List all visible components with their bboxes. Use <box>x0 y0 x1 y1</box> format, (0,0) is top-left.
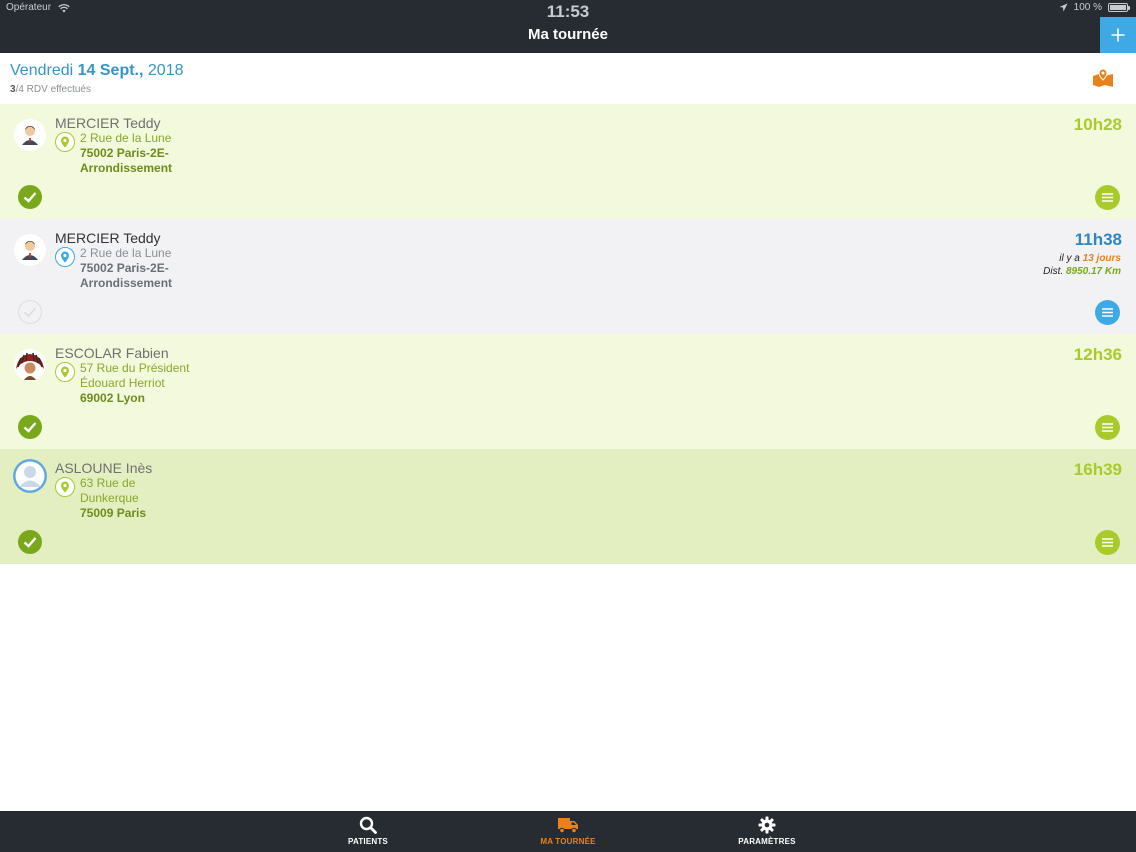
date-title: Vendredi 14 Sept., 2018 <box>10 62 183 80</box>
visit-done-toggle[interactable] <box>18 415 42 439</box>
patient-address: 63 Rue de Dunkerque 75009 Paris <box>80 476 160 521</box>
plus-icon <box>1111 28 1125 42</box>
elapsed-value: 13 jours <box>1082 253 1121 264</box>
check-icon <box>23 422 37 433</box>
list-icon <box>1102 308 1113 317</box>
battery-label: 100 % <box>1073 2 1102 13</box>
appointment-row[interactable]: MERCIER Teddy 2 Rue de la Lune 75002 Par… <box>0 104 1136 219</box>
appointment-row[interactable]: ASLOUNE Inès 63 Rue de Dunkerque 75009 P… <box>0 449 1136 564</box>
tab-patients[interactable]: PATIENTS <box>328 811 408 852</box>
tab-parametres[interactable]: PARAMÈTRES <box>726 811 808 852</box>
appointment-time: 12h36 <box>1073 345 1122 364</box>
list-icon <box>1102 538 1113 547</box>
list-icon <box>1102 423 1113 432</box>
appointment-meta: il y a 13 jours Dist. 8950.17 Km <box>1043 252 1121 278</box>
appointment-time: 16h39 <box>1073 460 1122 479</box>
patient-address: 2 Rue de la Lune 75002 Paris-2E-Arrondis… <box>80 246 210 291</box>
appointment-menu-button[interactable] <box>1095 415 1120 440</box>
app-root: Opérateur 11:53 100 % Ma tournée Vendred… <box>0 0 1136 852</box>
elapsed-prefix: il y a <box>1059 253 1080 264</box>
date-label: 14 Sept., <box>77 62 144 79</box>
address-city: 75002 Paris-2E-Arrondissement <box>80 261 173 290</box>
elapsed-line: il y a 13 jours <box>1043 252 1121 265</box>
year-label: 2018 <box>147 62 184 79</box>
patient-name: MERCIER Teddy <box>55 115 161 131</box>
patient-avatar <box>14 349 46 381</box>
appointment-row[interactable]: MERCIER Teddy 2 Rue de la Lune 75002 Par… <box>0 219 1136 334</box>
appointment-menu-button[interactable] <box>1095 185 1120 210</box>
tab-label: PARAMÈTRES <box>738 837 796 846</box>
address-street: 63 Rue de Dunkerque <box>80 476 139 505</box>
status-bar: Opérateur 11:53 100 % <box>0 0 1136 21</box>
appointments-count: 3/4 RDV effectués <box>10 84 91 95</box>
location-pin-icon[interactable] <box>55 132 75 152</box>
gear-icon <box>758 816 776 834</box>
search-icon <box>359 816 377 834</box>
address-street: 2 Rue de la Lune <box>80 131 172 145</box>
patient-name: MERCIER Teddy <box>55 230 161 246</box>
patient-name: ASLOUNE Inès <box>55 460 153 476</box>
patient-avatar <box>13 459 47 493</box>
address-city: 75002 Paris-2E-Arrondissement <box>80 146 173 175</box>
visit-done-toggle[interactable] <box>18 300 42 324</box>
tab-bar: PATIENTS MA TOURNÉE PARAMÈTRES <box>0 811 1136 852</box>
page-title: Ma tournée <box>527 26 608 43</box>
check-icon <box>23 537 37 548</box>
address-city: 69002 Lyon <box>80 391 145 405</box>
list-icon <box>1102 193 1113 202</box>
count-rest-label: /4 RDV effectués <box>15 84 91 95</box>
location-pin-icon[interactable] <box>55 477 75 497</box>
day-header: Vendredi 14 Sept., 2018 3/4 RDV effectué… <box>0 53 1136 104</box>
truck-icon <box>558 818 578 834</box>
tab-ma-tournee[interactable]: MA TOURNÉE <box>523 811 613 852</box>
tab-label: PATIENTS <box>348 837 388 846</box>
address-street: 57 Rue du Président Édouard Herriot <box>80 361 190 390</box>
appointment-menu-button[interactable] <box>1095 530 1120 555</box>
appointment-menu-button[interactable] <box>1095 300 1120 325</box>
address-city: 75009 Paris <box>80 506 147 520</box>
patient-avatar <box>14 119 46 151</box>
location-pin-icon[interactable] <box>55 247 75 267</box>
tab-label: MA TOURNÉE <box>540 837 596 846</box>
visit-done-toggle[interactable] <box>18 185 42 209</box>
battery-icon <box>1108 3 1130 12</box>
clock-label: 11:53 <box>546 2 590 21</box>
appointment-row[interactable]: ESCOLAR Fabien 57 Rue du Président Édoua… <box>0 334 1136 449</box>
distance-value: 8950.17 Km <box>1065 266 1121 277</box>
patient-avatar <box>14 234 46 266</box>
appointment-time: 10h28 <box>1073 115 1122 134</box>
map-pin-icon[interactable] <box>1092 68 1114 88</box>
navigation-bar: Opérateur 11:53 100 % Ma tournée <box>0 0 1136 53</box>
patient-name: ESCOLAR Fabien <box>55 345 169 361</box>
location-arrow-icon <box>1059 3 1068 12</box>
appointment-time: 11h38 <box>1074 230 1122 249</box>
add-appointment-button[interactable] <box>1100 17 1136 53</box>
check-icon <box>23 192 37 203</box>
address-street: 2 Rue de la Lune <box>80 246 172 260</box>
patient-address: 2 Rue de la Lune 75002 Paris-2E-Arrondis… <box>80 131 210 176</box>
visit-done-toggle[interactable] <box>18 530 42 554</box>
check-icon <box>23 307 37 318</box>
distance-line: Dist. 8950.17 Km <box>1043 265 1121 278</box>
location-pin-icon[interactable] <box>55 362 75 382</box>
weekday-label: Vendredi <box>10 62 74 79</box>
distance-prefix: Dist. <box>1043 266 1064 277</box>
patient-address: 57 Rue du Président Édouard Herriot 6900… <box>80 361 200 406</box>
